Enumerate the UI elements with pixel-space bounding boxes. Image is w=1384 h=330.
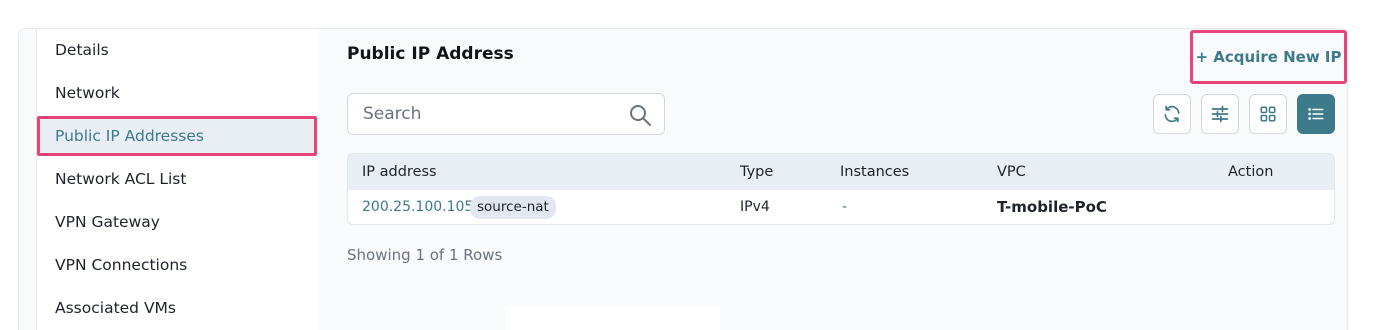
sidebar-item-public-ip-addresses[interactable]: Public IP Addresses [37,116,317,156]
refresh-icon [1164,105,1180,123]
public-ip-table: IP address Type Instances VPC Action 200… [347,153,1335,225]
ip-address-link[interactable]: 200.25.100.105 [362,190,473,224]
column-vpc: VPC [997,164,1026,180]
sidebar: Details Network Public IP Addresses Netw… [36,29,318,330]
list-view-button[interactable] [1297,94,1335,134]
instances-link[interactable]: - [842,190,847,224]
table-row: 200.25.100.105 source-nat IPv4 - T-mobil… [348,190,1334,224]
search-box [347,93,665,135]
column-instances: Instances [840,164,910,180]
column-type: Type [740,164,774,180]
column-action: Action [1228,164,1274,180]
acquire-new-ip-button[interactable]: + Acquire New IP [1190,30,1347,84]
sidebar-item-network-acl-list[interactable]: Network ACL List [37,159,317,199]
source-nat-badge: source-nat [470,196,556,219]
filter-button[interactable] [1201,94,1239,134]
sidebar-item-associated-vms[interactable]: Associated VMs [37,288,317,328]
vpc-name: T-mobile-PoC [997,198,1107,216]
page-title: Public IP Address [347,44,514,64]
sidebar-item-vpn-connections[interactable]: VPN Connections [37,245,317,285]
filter-sliders-icon [1211,105,1229,123]
rows-count-text: Showing 1 of 1 Rows [347,246,503,264]
grid-view-button[interactable] [1249,94,1287,134]
sidebar-item-vpn-gateway[interactable]: VPN Gateway [37,202,317,242]
grid-view-icon [1260,106,1276,122]
search-input[interactable] [349,95,619,133]
table-header: IP address Type Instances VPC Action [348,154,1334,190]
sidebar-item-network[interactable]: Network [37,73,317,113]
search-icon[interactable] [628,103,652,127]
blank-area [505,305,720,330]
list-view-icon [1308,108,1324,120]
ip-type: IPv4 [740,199,770,215]
column-ip-address: IP address [362,164,437,180]
sidebar-item-details[interactable]: Details [37,30,317,70]
refresh-button[interactable] [1153,94,1191,134]
